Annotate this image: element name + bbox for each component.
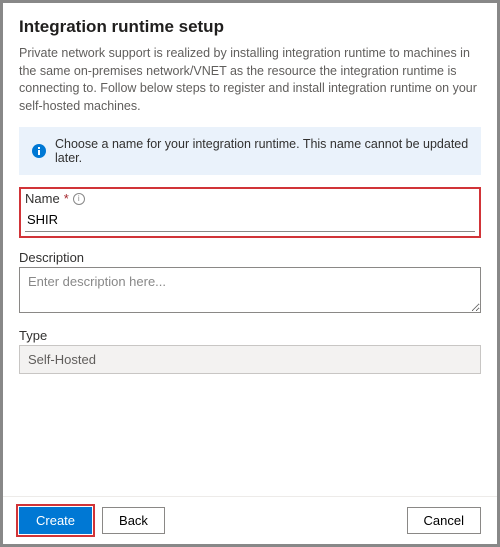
info-hint-icon[interactable]: i	[73, 193, 85, 205]
cancel-button[interactable]: Cancel	[407, 507, 481, 534]
info-banner-text: Choose a name for your integration runti…	[55, 137, 469, 165]
page-title: Integration runtime setup	[19, 17, 481, 37]
type-label: Type	[19, 328, 481, 343]
type-value: Self-Hosted	[19, 345, 481, 374]
required-asterisk: *	[64, 191, 69, 206]
name-field-highlight: Name * i	[19, 187, 481, 238]
footer: Create Back Cancel	[3, 496, 497, 544]
back-button[interactable]: Back	[102, 507, 165, 534]
description-label: Description	[19, 250, 481, 265]
info-banner: Choose a name for your integration runti…	[19, 127, 481, 175]
description-input[interactable]	[19, 267, 481, 313]
info-icon	[31, 143, 47, 159]
name-input[interactable]	[25, 208, 475, 232]
intro-text: Private network support is realized by i…	[19, 45, 481, 115]
name-label: Name * i	[25, 191, 475, 206]
description-label-text: Description	[19, 250, 84, 265]
create-button[interactable]: Create	[19, 507, 92, 534]
type-label-text: Type	[19, 328, 47, 343]
name-label-text: Name	[25, 191, 60, 206]
